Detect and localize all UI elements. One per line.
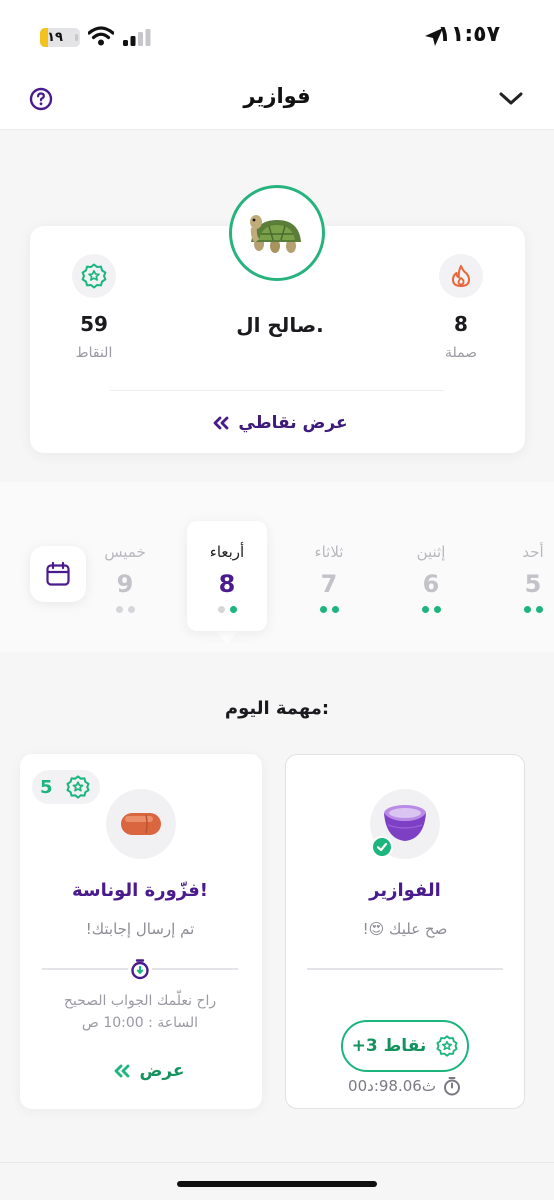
star-badge-icon bbox=[81, 263, 107, 289]
answer-reveal-line1: راح نعلّمك الجواب الصحيح bbox=[63, 993, 217, 1009]
day-number: 8 bbox=[218, 570, 236, 598]
divider bbox=[110, 390, 444, 391]
star-badge-icon bbox=[436, 1035, 458, 1057]
streak-icon-wrap bbox=[439, 254, 483, 298]
status-dot bbox=[523, 606, 531, 613]
status-dot bbox=[115, 606, 123, 613]
status-dot bbox=[535, 606, 543, 613]
day-status-dots bbox=[498, 606, 554, 613]
chevron-down-icon[interactable] bbox=[498, 89, 524, 109]
day-status-dots bbox=[396, 606, 466, 613]
view-answer-link[interactable]: عرض bbox=[104, 1061, 194, 1081]
status-dot bbox=[331, 606, 339, 613]
fawazir-subtitle: صح عليك 😍! bbox=[362, 920, 448, 938]
status-dot bbox=[433, 606, 441, 613]
day-number: 9 bbox=[116, 570, 134, 598]
status-dot bbox=[421, 606, 429, 613]
answer-reveal-line2: الساعة : 10:00 ص bbox=[81, 1015, 199, 1031]
answer-reveal-note: راح نعلّمك الجواب الصحيح الساعة : 10:00 … bbox=[34, 990, 246, 1034]
day-name: أحد bbox=[522, 543, 544, 561]
double-chevron-left-icon bbox=[115, 1064, 130, 1078]
status-time: ١١:٥٧ bbox=[437, 22, 500, 47]
day-number: 7 bbox=[320, 570, 338, 598]
view-points-link[interactable]: عرض نقاطي bbox=[200, 408, 360, 438]
status-bar: ١٩ ١١:٥٧ bbox=[0, 0, 554, 70]
bottom-divider bbox=[0, 1162, 554, 1163]
avatar[interactable] bbox=[229, 185, 325, 281]
day-status-dots bbox=[192, 606, 262, 613]
day-status-dots bbox=[294, 606, 364, 613]
battery-level: ١٩ bbox=[47, 30, 63, 45]
points-value: 59 bbox=[80, 312, 108, 336]
day-1[interactable]: إثنين 6 bbox=[396, 540, 466, 613]
task-section-title: مهمة اليوم: bbox=[224, 698, 330, 719]
page-title: فوازير bbox=[243, 84, 311, 108]
streak-label: صملة bbox=[444, 345, 478, 361]
battery-icon: ١٩ bbox=[40, 28, 80, 47]
check-badge-icon bbox=[371, 836, 393, 858]
view-label: عرض bbox=[139, 1061, 185, 1081]
points-label: النقاط bbox=[75, 345, 113, 361]
user-name: صالح ال. bbox=[236, 313, 324, 337]
nawasa-title: فزّورة الوناسة! bbox=[72, 880, 208, 901]
nawasa-timer-icon-wrap bbox=[128, 957, 152, 981]
turtle-icon bbox=[250, 215, 301, 253]
day-name: إثنين bbox=[416, 543, 446, 561]
day-number: 5 bbox=[524, 570, 542, 598]
status-dot bbox=[127, 606, 135, 613]
nawasa-subtitle: تم إرسال إجابتك! bbox=[85, 920, 195, 938]
status-dot bbox=[319, 606, 327, 613]
day-number: 6 bbox=[422, 570, 440, 598]
star-badge-icon bbox=[66, 775, 90, 799]
flame-icon bbox=[452, 265, 470, 287]
points-earned-badge: +3 نقاط bbox=[341, 1020, 469, 1072]
points-earned-label: +3 نقاط bbox=[351, 1036, 427, 1056]
fawazir-timer: ث98.06:د00 bbox=[300, 1076, 510, 1096]
fawazir-progress-line bbox=[307, 968, 503, 970]
day-name: أربعاء bbox=[209, 543, 245, 561]
day-name: ثلاثاء bbox=[314, 543, 344, 561]
streak-value: 8 bbox=[454, 312, 468, 336]
stopwatch-icon bbox=[131, 959, 149, 980]
home-indicator[interactable] bbox=[177, 1181, 377, 1187]
stopwatch-icon bbox=[443, 1077, 460, 1096]
day-0[interactable]: أحد 5 bbox=[498, 540, 554, 613]
points-icon-wrap bbox=[72, 254, 116, 298]
nawasa-icon-wrap bbox=[106, 789, 176, 859]
double-chevron-left-icon bbox=[213, 416, 229, 430]
star-reward-pill: 5 bbox=[32, 770, 100, 804]
date-fruit-icon bbox=[121, 813, 161, 835]
day-3[interactable]: أربعاء 8 bbox=[192, 540, 262, 613]
header: فوازير bbox=[0, 70, 554, 130]
calendar-button[interactable] bbox=[30, 546, 86, 602]
view-points-label: عرض نقاطي bbox=[238, 413, 348, 433]
day-2[interactable]: ثلاثاء 7 bbox=[294, 540, 364, 613]
fawazir-title: الفوازير bbox=[369, 880, 441, 901]
day-name: خميس bbox=[104, 543, 146, 561]
star-count: 5 bbox=[40, 776, 53, 798]
status-dot bbox=[217, 606, 225, 613]
timer-text: ث98.06:د00 bbox=[348, 1077, 436, 1095]
day-status-dots bbox=[90, 606, 160, 613]
signal-icon bbox=[123, 29, 151, 46]
wifi-icon bbox=[88, 26, 114, 46]
day-4[interactable]: خميس 9 bbox=[90, 540, 160, 613]
calendar-icon bbox=[46, 561, 70, 586]
status-dot bbox=[229, 606, 237, 613]
